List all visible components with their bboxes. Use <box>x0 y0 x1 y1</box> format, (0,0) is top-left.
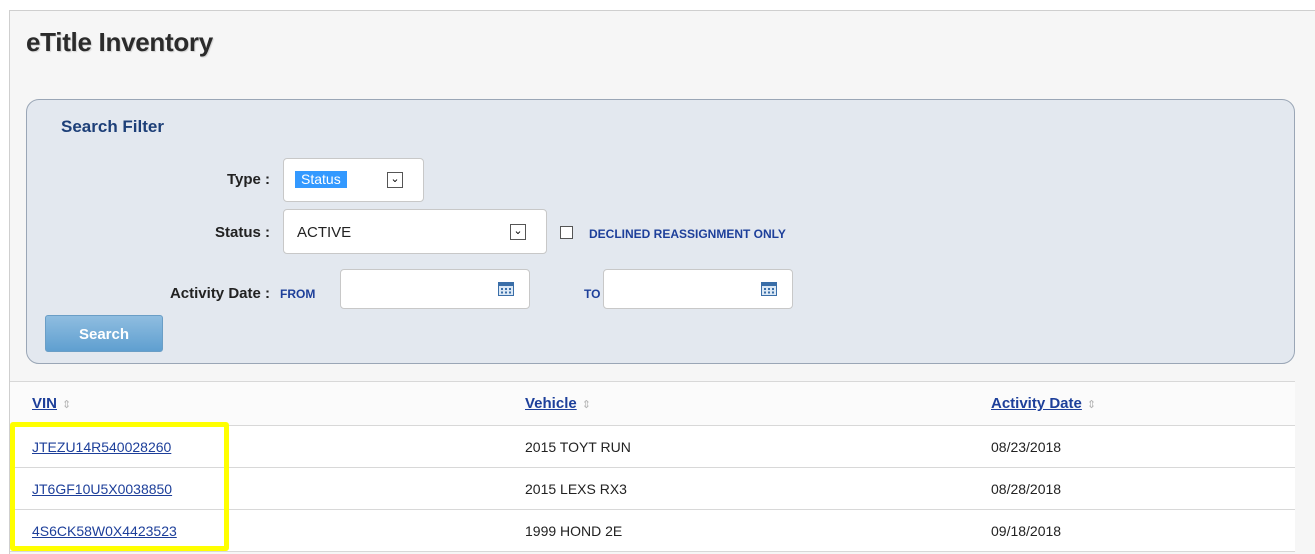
declined-reassignment-checkbox[interactable] <box>560 226 573 239</box>
declined-reassignment-label: DECLINED REASSIGNMENT ONLY <box>589 227 786 241</box>
search-button[interactable]: Search <box>45 315 163 352</box>
sort-icon[interactable]: ⇕ <box>62 399 71 411</box>
table-row: 4S6CK58W0X4423523 1999 HOND 2E 09/18/201… <box>10 509 1295 552</box>
to-label: TO <box>584 287 601 301</box>
sort-icon[interactable]: ⇕ <box>582 399 591 411</box>
vin-link[interactable]: JT6GF10U5X0038850 <box>32 481 172 497</box>
search-filter-title: Search Filter <box>61 117 164 136</box>
vin-link[interactable]: 4S6CK58W0X4423523 <box>32 523 177 539</box>
column-header-vehicle[interactable]: Vehicle ⇕ <box>525 381 991 426</box>
table-row: JTEZU14R540028260 2015 TOYT RUN 08/23/20… <box>10 425 1295 468</box>
vehicle-cell: 2015 TOYT RUN <box>525 425 991 468</box>
from-label: FROM <box>280 287 316 301</box>
status-label: Status : <box>214 224 270 241</box>
column-header-vin[interactable]: VIN ⇕ <box>10 381 525 426</box>
activity-date-cell: 08/28/2018 <box>991 467 1295 510</box>
chevron-down-icon: ⌄ <box>510 224 526 240</box>
sort-icon[interactable]: ⇕ <box>1087 399 1096 411</box>
vehicle-cell: 2015 LEXS RX3 <box>525 467 991 510</box>
activity-date-label: Activity Date : <box>169 285 270 302</box>
activity-date-cell: 09/18/2018 <box>991 509 1295 552</box>
calendar-icon[interactable] <box>498 281 514 296</box>
table-header-row: VIN ⇕ Vehicle ⇕ Activity Date ⇕ <box>10 381 1295 426</box>
activity-date-cell: 08/23/2018 <box>991 425 1295 468</box>
calendar-icon[interactable] <box>761 281 777 296</box>
status-select[interactable]: ACTIVE ⌄ <box>283 209 547 254</box>
chevron-down-icon: ⌄ <box>387 172 403 188</box>
status-select-value: ACTIVE <box>297 224 352 241</box>
type-label: Type : <box>226 171 270 188</box>
page-title: eTitle Inventory <box>26 27 213 57</box>
results-table: VIN ⇕ Vehicle ⇕ Activity Date ⇕ JTEZU14R540… <box>10 381 1295 552</box>
to-date-input[interactable] <box>603 269 793 309</box>
type-select[interactable]: Status ⌄ <box>283 158 424 202</box>
vehicle-cell: 1999 HOND 2E <box>525 509 991 552</box>
vin-link[interactable]: JTEZU14R540028260 <box>32 439 171 455</box>
table-row: JT6GF10U5X0038850 2015 LEXS RX3 08/28/20… <box>10 467 1295 510</box>
type-select-value: Status <box>295 171 347 188</box>
from-date-input[interactable] <box>340 269 530 309</box>
column-header-activity-date[interactable]: Activity Date ⇕ <box>991 381 1295 426</box>
